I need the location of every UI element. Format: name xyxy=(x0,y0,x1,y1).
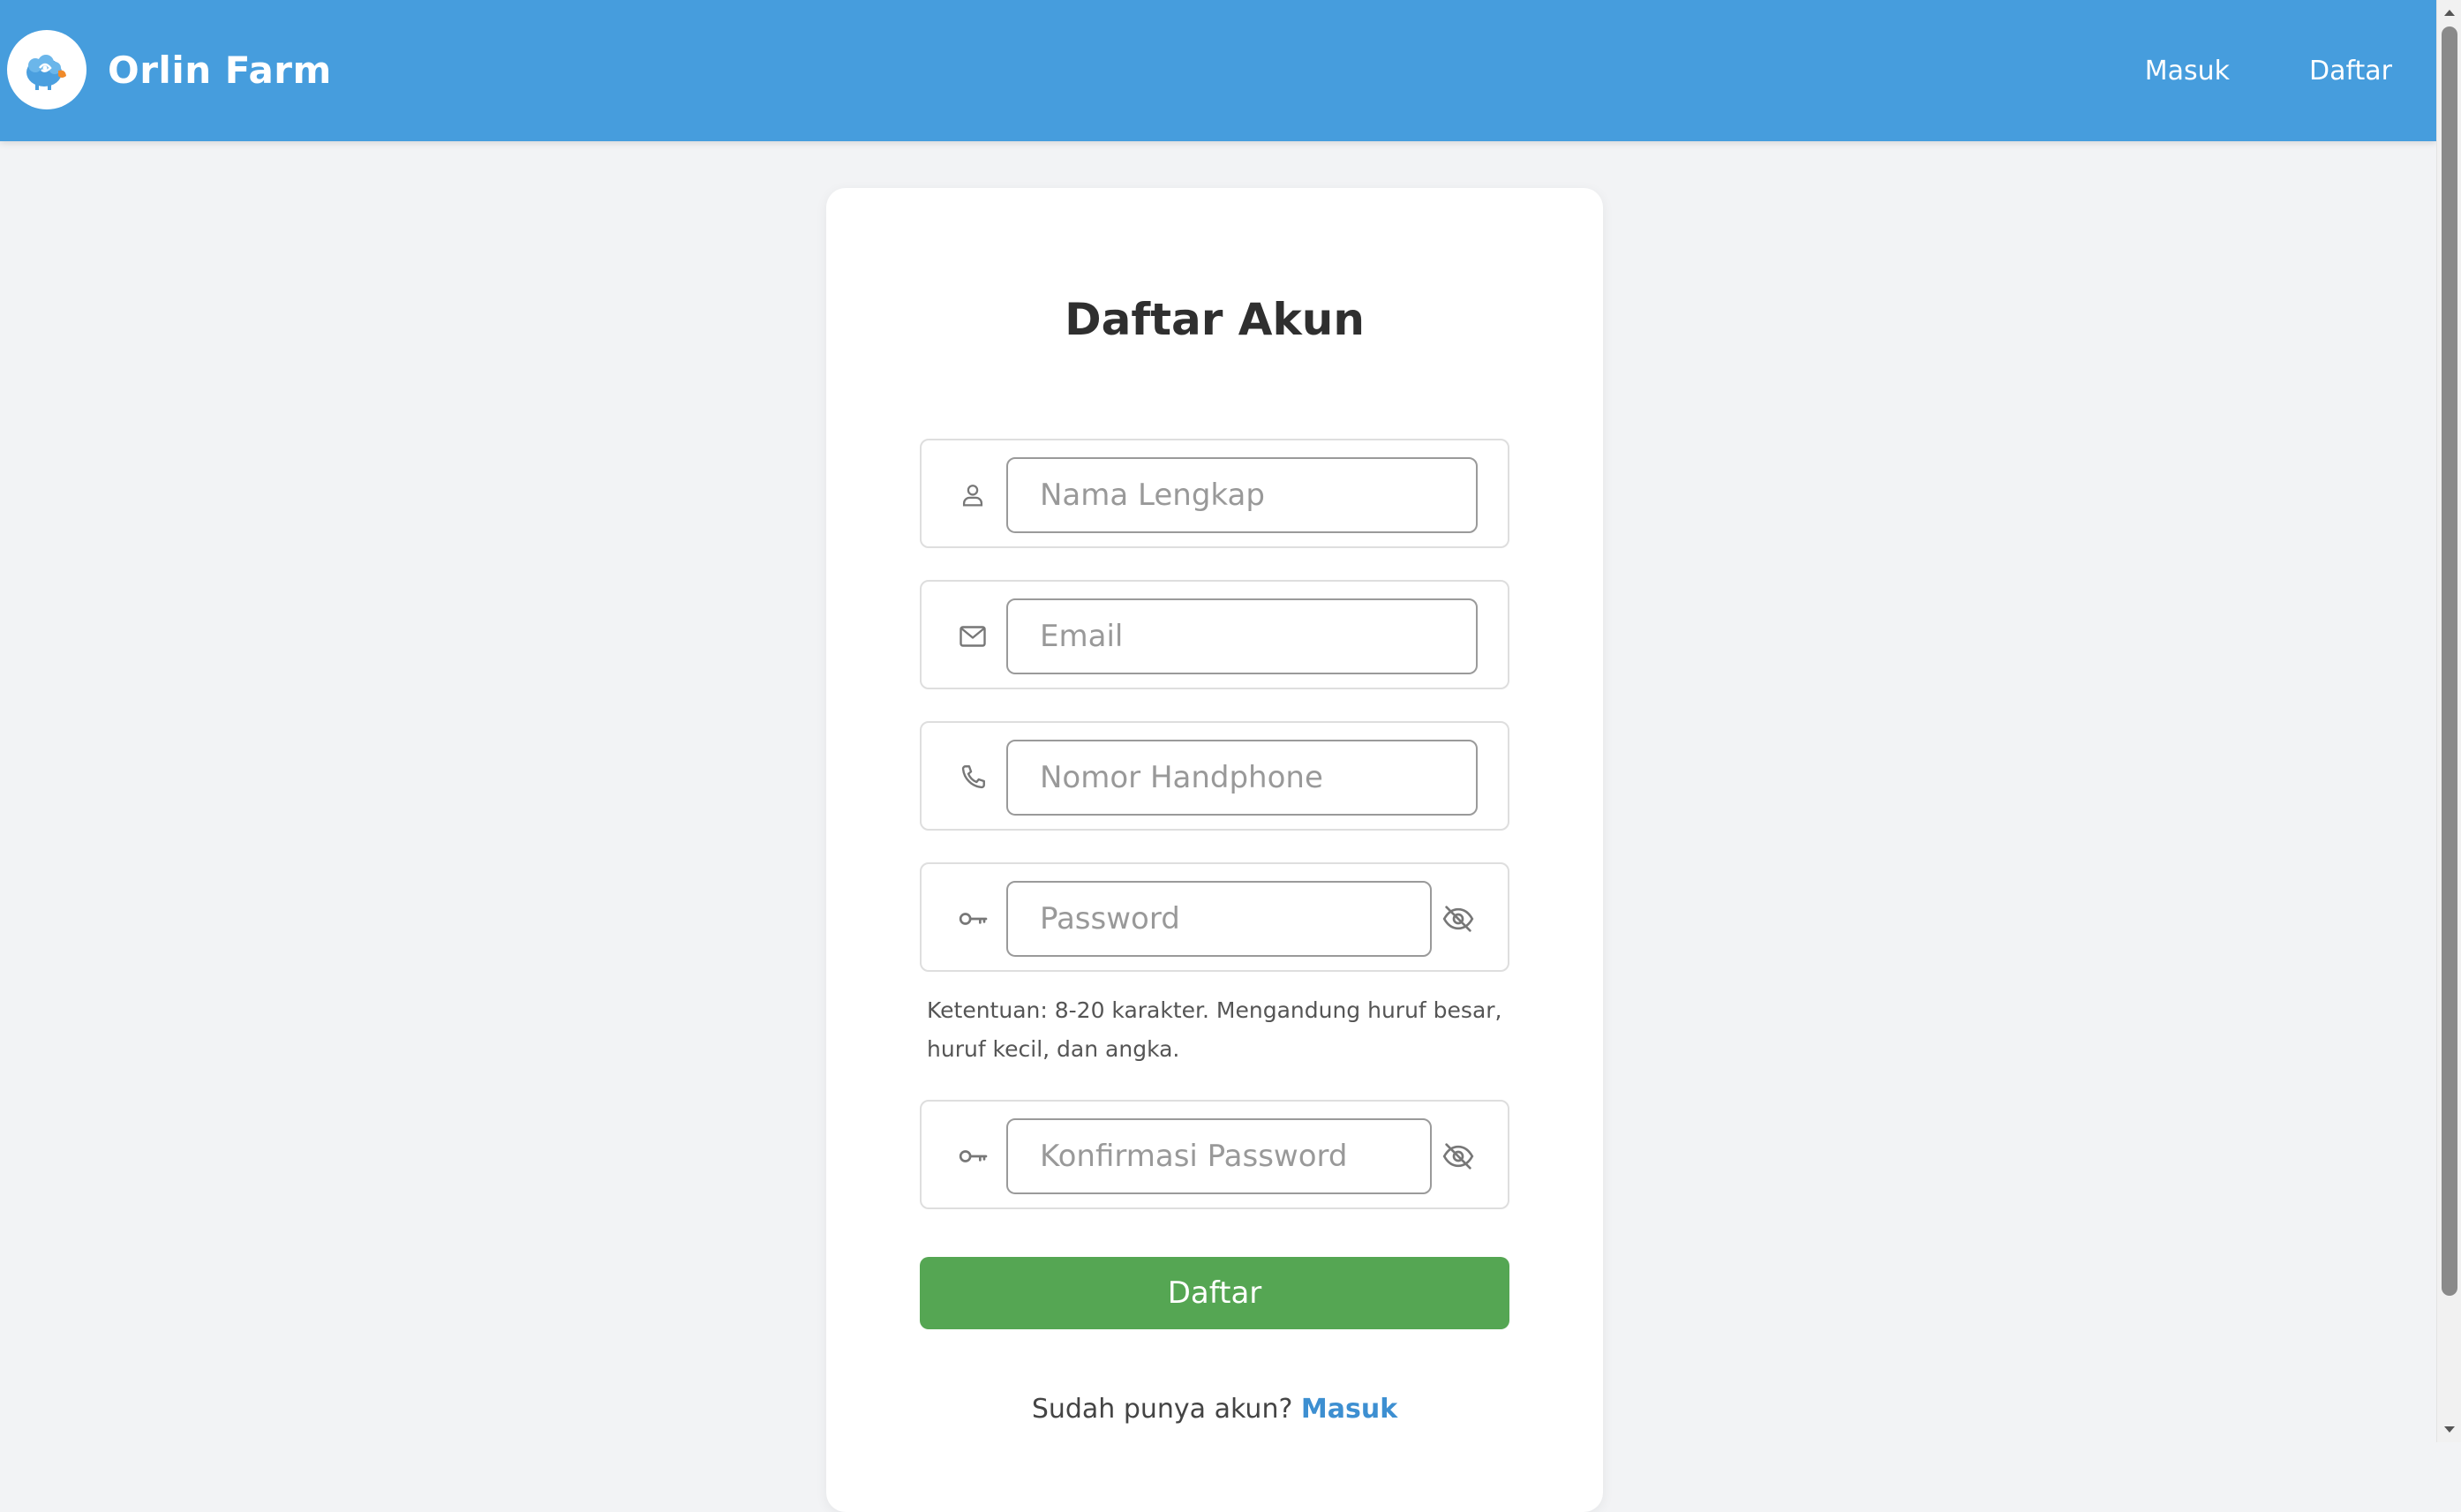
phone-icon xyxy=(953,758,992,797)
register-submit-button[interactable]: Daftar xyxy=(920,1257,1509,1329)
confirm-password-field-group xyxy=(920,1100,1509,1209)
scroll-thumb[interactable] xyxy=(2442,26,2457,1296)
password-requirements-hint: Ketentuan: 8-20 karakter. Mengandung hur… xyxy=(927,997,1502,1062)
full-name-input[interactable] xyxy=(1006,457,1478,533)
login-prompt-row: Sudah punya akun? Masuk xyxy=(826,1394,1603,1425)
login-prompt-text: Sudah punya akun? xyxy=(1031,1394,1301,1425)
nav-register-link[interactable]: Daftar xyxy=(2309,56,2392,87)
user-icon xyxy=(953,476,992,515)
navbar: Orlin Farm Masuk Daftar xyxy=(0,0,2436,141)
email-input[interactable] xyxy=(1006,598,1478,674)
key-icon xyxy=(953,899,992,938)
phone-number-input[interactable] xyxy=(1006,740,1478,816)
name-field-group xyxy=(920,439,1509,548)
nav-links: Masuk Daftar xyxy=(2066,0,2392,141)
confirm-password-visibility-toggle-icon[interactable] xyxy=(1439,1137,1478,1176)
password-input[interactable] xyxy=(1006,881,1432,957)
password-field-group xyxy=(920,862,1509,972)
brand[interactable]: Orlin Farm xyxy=(7,29,332,110)
scroll-down-arrow-icon[interactable] xyxy=(2437,1418,2461,1442)
page-title: Daftar Akun xyxy=(1065,294,1365,345)
brand-name: Orlin Farm xyxy=(108,48,332,92)
phone-field-group xyxy=(920,721,1509,831)
mail-icon xyxy=(953,617,992,656)
email-field-group xyxy=(920,580,1509,689)
page-scrollbar[interactable] xyxy=(2436,0,2461,1442)
confirm-password-input[interactable] xyxy=(1006,1118,1432,1194)
login-link[interactable]: Masuk xyxy=(1301,1394,1397,1425)
register-card: Daftar Akun Nama Lengkap Email Nomor Han… xyxy=(826,188,1603,1512)
key-icon xyxy=(953,1137,992,1176)
sheep-logo-icon xyxy=(7,30,87,109)
nav-login-link[interactable]: Masuk xyxy=(2145,56,2230,87)
password-visibility-toggle-icon[interactable] xyxy=(1439,899,1478,938)
scroll-up-arrow-icon[interactable] xyxy=(2437,0,2461,25)
